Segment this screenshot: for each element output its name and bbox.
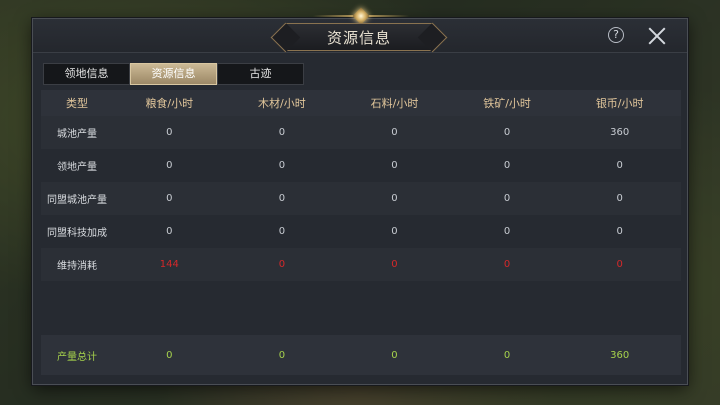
table-cell: 0 (278, 259, 286, 270)
table-cell: 0 (278, 226, 286, 237)
question-circle-icon[interactable]: ? (608, 27, 624, 43)
close-x-icon[interactable] (645, 24, 669, 48)
resource-info-dialog: 资源信息 ? 领地信息 资源信息 古迹 类型 粮食/小时 木材/小时 石料/小时… (32, 7, 688, 385)
table-cell: 0 (503, 193, 511, 204)
table-cell: 0 (166, 127, 173, 138)
table-cell: 0 (616, 259, 623, 270)
table-cell: 0 (278, 193, 286, 204)
table-empty-space (41, 281, 681, 335)
table-cell: 0 (166, 226, 173, 237)
dialog-title: 资源信息 (326, 28, 391, 47)
total-cell: 0 (391, 349, 398, 361)
total-cell: 360 (610, 349, 630, 361)
resource-table: 类型 粮食/小时 木材/小时 石料/小时 铁矿/小时 银币/小时 城池产量 0 … (41, 90, 681, 377)
table-cell: 0 (391, 127, 398, 138)
table-row: 同盟科技加成 0 0 0 0 0 (41, 215, 681, 248)
tab-bar: 领地信息 资源信息 古迹 (43, 63, 304, 85)
table-cell: 144 (159, 259, 179, 270)
table-cell: 360 (610, 127, 630, 138)
table-header-row: 类型 粮食/小时 木材/小时 石料/小时 铁矿/小时 银币/小时 (41, 90, 681, 116)
table-cell: 0 (503, 127, 511, 138)
tab-territory-info[interactable]: 领地信息 (43, 63, 130, 85)
table-cell: 0 (616, 193, 623, 204)
table-cell: 0 (166, 160, 173, 171)
total-label: 产量总计 (57, 351, 97, 363)
header-food: 粮食/小时 (145, 97, 194, 110)
total-cell: 0 (503, 349, 511, 361)
table-cell: 0 (616, 160, 623, 171)
table-cell: 0 (503, 160, 511, 171)
header-type: 类型 (66, 97, 88, 110)
header-stone: 石料/小时 (370, 97, 419, 110)
dialog-header: 资源信息 ? (33, 7, 687, 53)
total-cell: 0 (278, 349, 286, 361)
row-label: 同盟科技加成 (47, 228, 107, 239)
table-row: 城池产量 0 0 0 0 360 (41, 116, 681, 149)
row-label: 维持消耗 (57, 261, 97, 272)
row-label: 领地产量 (57, 162, 97, 173)
row-label: 同盟城池产量 (47, 195, 107, 206)
table-total-row: 产量总计 0 0 0 0 360 (41, 335, 681, 375)
tab-resource-info[interactable]: 资源信息 (130, 63, 217, 85)
table-cell: 0 (391, 193, 398, 204)
header-silver: 银币/小时 (595, 97, 644, 110)
table-cell: 0 (616, 226, 623, 237)
table-cell: 0 (503, 226, 511, 237)
table-cell: 0 (391, 226, 398, 237)
table-cell: 0 (391, 259, 398, 270)
table-row: 同盟城池产量 0 0 0 0 0 (41, 182, 681, 215)
header-wood: 木材/小时 (258, 97, 306, 110)
table-cell: 0 (166, 193, 173, 204)
row-label: 城池产量 (57, 129, 97, 140)
title-plate: 资源信息 (285, 23, 433, 51)
table-row-upkeep: 维持消耗 144 0 0 0 0 (41, 248, 681, 281)
tab-relics[interactable]: 古迹 (217, 63, 304, 85)
header-iron: 铁矿/小时 (483, 97, 531, 110)
table-cell: 0 (391, 160, 398, 171)
table-cell: 0 (503, 259, 511, 270)
total-cell: 0 (166, 349, 173, 361)
table-row: 领地产量 0 0 0 0 0 (41, 149, 681, 182)
table-cell: 0 (278, 127, 286, 138)
table-cell: 0 (278, 160, 286, 171)
